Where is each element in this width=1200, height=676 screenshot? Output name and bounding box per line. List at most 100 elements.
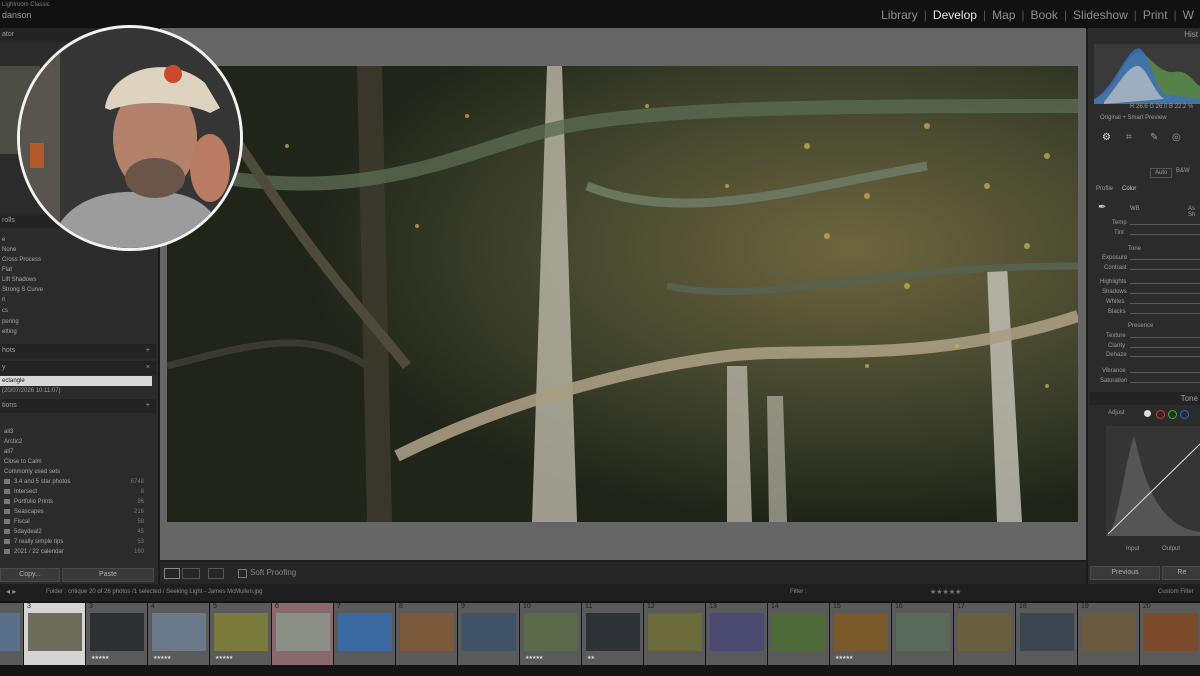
slider-label: Temp xyxy=(1112,220,1127,226)
loupe-view-icon[interactable] xyxy=(164,568,180,579)
collections-header[interactable]: tions + xyxy=(0,399,156,413)
slider-label: Texture xyxy=(1106,333,1126,339)
crop-icon[interactable]: ⌗ xyxy=(1126,132,1138,144)
collection-item[interactable]: all7 xyxy=(4,449,144,455)
history-step-selected[interactable]: ectangle xyxy=(0,376,152,386)
preset-item[interactable]: pering xyxy=(2,319,19,325)
dehaze-slider[interactable] xyxy=(1130,356,1200,357)
healing-icon[interactable]: ✎ xyxy=(1150,132,1162,144)
bw-button[interactable]: B&W xyxy=(1176,168,1190,174)
profile-value[interactable]: Color xyxy=(1122,186,1136,192)
filmstrip-cell[interactable]: 8 xyxy=(396,603,457,665)
eyedropper-icon[interactable]: ✒ xyxy=(1098,202,1106,213)
module-slideshow[interactable]: Slideshow xyxy=(1067,8,1134,22)
filmstrip-cell[interactable]: 20 xyxy=(1140,603,1200,665)
soft-proofing-checkbox[interactable] xyxy=(238,569,247,578)
histogram[interactable] xyxy=(1094,44,1200,104)
preset-item[interactable]: Flat xyxy=(2,267,12,273)
filmstrip-nav-icon[interactable]: ◂ ▸ xyxy=(6,587,16,596)
collection-item[interactable]: Seascapes 216 xyxy=(4,509,144,515)
module-print[interactable]: Print xyxy=(1137,8,1174,22)
preset-item[interactable]: Lift Shadows xyxy=(2,277,36,283)
filmstrip-cell[interactable]: 15 ★★★★★ xyxy=(830,603,891,665)
history-step[interactable]: (20/07/2026 10:11:07) xyxy=(0,388,61,394)
reset-button[interactable]: Re xyxy=(1162,566,1200,580)
auto-button[interactable]: Auto xyxy=(1150,168,1173,178)
rgb-channel-icon[interactable] xyxy=(1144,410,1151,417)
custom-filter-dropdown[interactable]: Custom Filter xyxy=(1158,589,1194,595)
module-library[interactable]: Library xyxy=(875,8,924,22)
preset-item[interactable]: n xyxy=(2,297,5,303)
blacks-slider[interactable] xyxy=(1130,313,1200,314)
filmstrip-cell[interactable]: 11 ★★ xyxy=(582,603,643,665)
cell-index: 19 xyxy=(1081,603,1089,610)
tint-slider[interactable] xyxy=(1130,234,1200,235)
filmstrip-cell[interactable]: 16 xyxy=(892,603,953,665)
previous-button[interactable]: Previous xyxy=(1090,566,1160,580)
collection-item[interactable]: 3.4 and 5 star photos 6748 xyxy=(4,479,144,485)
rating-filter[interactable]: ★★★★★ xyxy=(930,588,961,596)
edit-sliders-icon[interactable]: ⚙ xyxy=(1102,132,1114,144)
filmstrip-cell[interactable]: 6 xyxy=(272,603,333,665)
before-after-icon[interactable] xyxy=(182,568,200,579)
preset-item[interactable]: Cross Process xyxy=(2,257,41,263)
preset-item[interactable]: None xyxy=(2,247,16,253)
highlights-slider[interactable] xyxy=(1130,283,1200,284)
saturation-slider[interactable] xyxy=(1130,382,1200,383)
history-header[interactable]: y × xyxy=(0,361,156,375)
texture-slider[interactable] xyxy=(1130,337,1200,338)
collection-item[interactable]: Close to Calm xyxy=(4,459,144,465)
filmstrip-cell[interactable]: 3 ★★★★★ xyxy=(86,603,147,665)
contrast-slider[interactable] xyxy=(1130,269,1200,270)
module-book[interactable]: Book xyxy=(1025,8,1064,22)
filmstrip-cell[interactable]: 7 xyxy=(334,603,395,665)
filmstrip-cell[interactable]: 3 xyxy=(24,603,85,665)
filmstrip-source[interactable]: Folder : critique 20 of 26 photos /1 sel… xyxy=(46,589,262,595)
shadows-slider[interactable] xyxy=(1130,293,1200,294)
filmstrip-cell[interactable]: 12 xyxy=(644,603,705,665)
filmstrip-cell[interactable]: 4 ★★★★★ xyxy=(148,603,209,665)
before-after-split-icon[interactable] xyxy=(208,568,224,579)
tone-curve-header[interactable]: Tone xyxy=(1090,392,1200,405)
tone-curve-graph[interactable] xyxy=(1106,426,1200,536)
filmstrip-cell[interactable] xyxy=(0,603,23,665)
collection-item[interactable]: Arctic2 xyxy=(4,439,144,445)
collection-item[interactable]: Intersect 8 xyxy=(4,489,144,495)
filmstrip-cell[interactable]: 18 xyxy=(1016,603,1077,665)
collection-item[interactable]: 7 really simple tips 53 xyxy=(4,539,144,545)
filmstrip-cell[interactable]: 5 ★★★★★ xyxy=(210,603,271,665)
paste-button[interactable]: Paste xyxy=(62,568,154,582)
exposure-slider[interactable] xyxy=(1130,259,1200,260)
collection-set[interactable]: Commonly used sets xyxy=(4,469,144,475)
collection-item[interactable]: 2021 / 22 calendar 160 xyxy=(4,549,144,555)
filmstrip-cell[interactable]: 14 xyxy=(768,603,829,665)
blue-channel-icon[interactable] xyxy=(1180,410,1189,419)
temp-slider[interactable] xyxy=(1130,224,1200,225)
preset-item[interactable]: cs xyxy=(2,308,8,314)
clarity-slider[interactable] xyxy=(1130,347,1200,348)
filmstrip-cell[interactable]: 17 xyxy=(954,603,1015,665)
preset-item[interactable]: e xyxy=(2,237,5,243)
preset-item[interactable]: Strong S Curve xyxy=(2,287,43,293)
green-channel-icon[interactable] xyxy=(1168,410,1177,419)
module-map[interactable]: Map xyxy=(986,8,1021,22)
preset-item[interactable]: etting xyxy=(2,329,17,335)
module-web[interactable]: W xyxy=(1177,8,1200,22)
filmstrip-cell[interactable]: 13 xyxy=(706,603,767,665)
whites-slider[interactable] xyxy=(1130,303,1200,304)
collection-item[interactable]: all3 xyxy=(4,429,144,435)
copy-button[interactable]: Copy... xyxy=(0,568,60,582)
collection-item[interactable]: Portfolio Prints 96 xyxy=(4,499,144,505)
filmstrip-cell[interactable]: 9 xyxy=(458,603,519,665)
main-photo[interactable] xyxy=(167,66,1078,522)
vibrance-slider[interactable] xyxy=(1130,372,1200,373)
wb-value[interactable]: As Sh xyxy=(1188,206,1200,218)
filmstrip-cell[interactable]: 10 ★★★★★ xyxy=(520,603,581,665)
filmstrip-cell[interactable]: 19 xyxy=(1078,603,1139,665)
collection-item[interactable]: Fiscal 58 xyxy=(4,519,144,525)
module-develop[interactable]: Develop xyxy=(927,8,983,22)
red-channel-icon[interactable] xyxy=(1156,410,1165,419)
collection-item[interactable]: 5daydeal2 45 xyxy=(4,529,144,535)
masking-icon[interactable]: ◎ xyxy=(1172,132,1184,144)
snapshots-header[interactable]: hots + xyxy=(0,344,156,358)
